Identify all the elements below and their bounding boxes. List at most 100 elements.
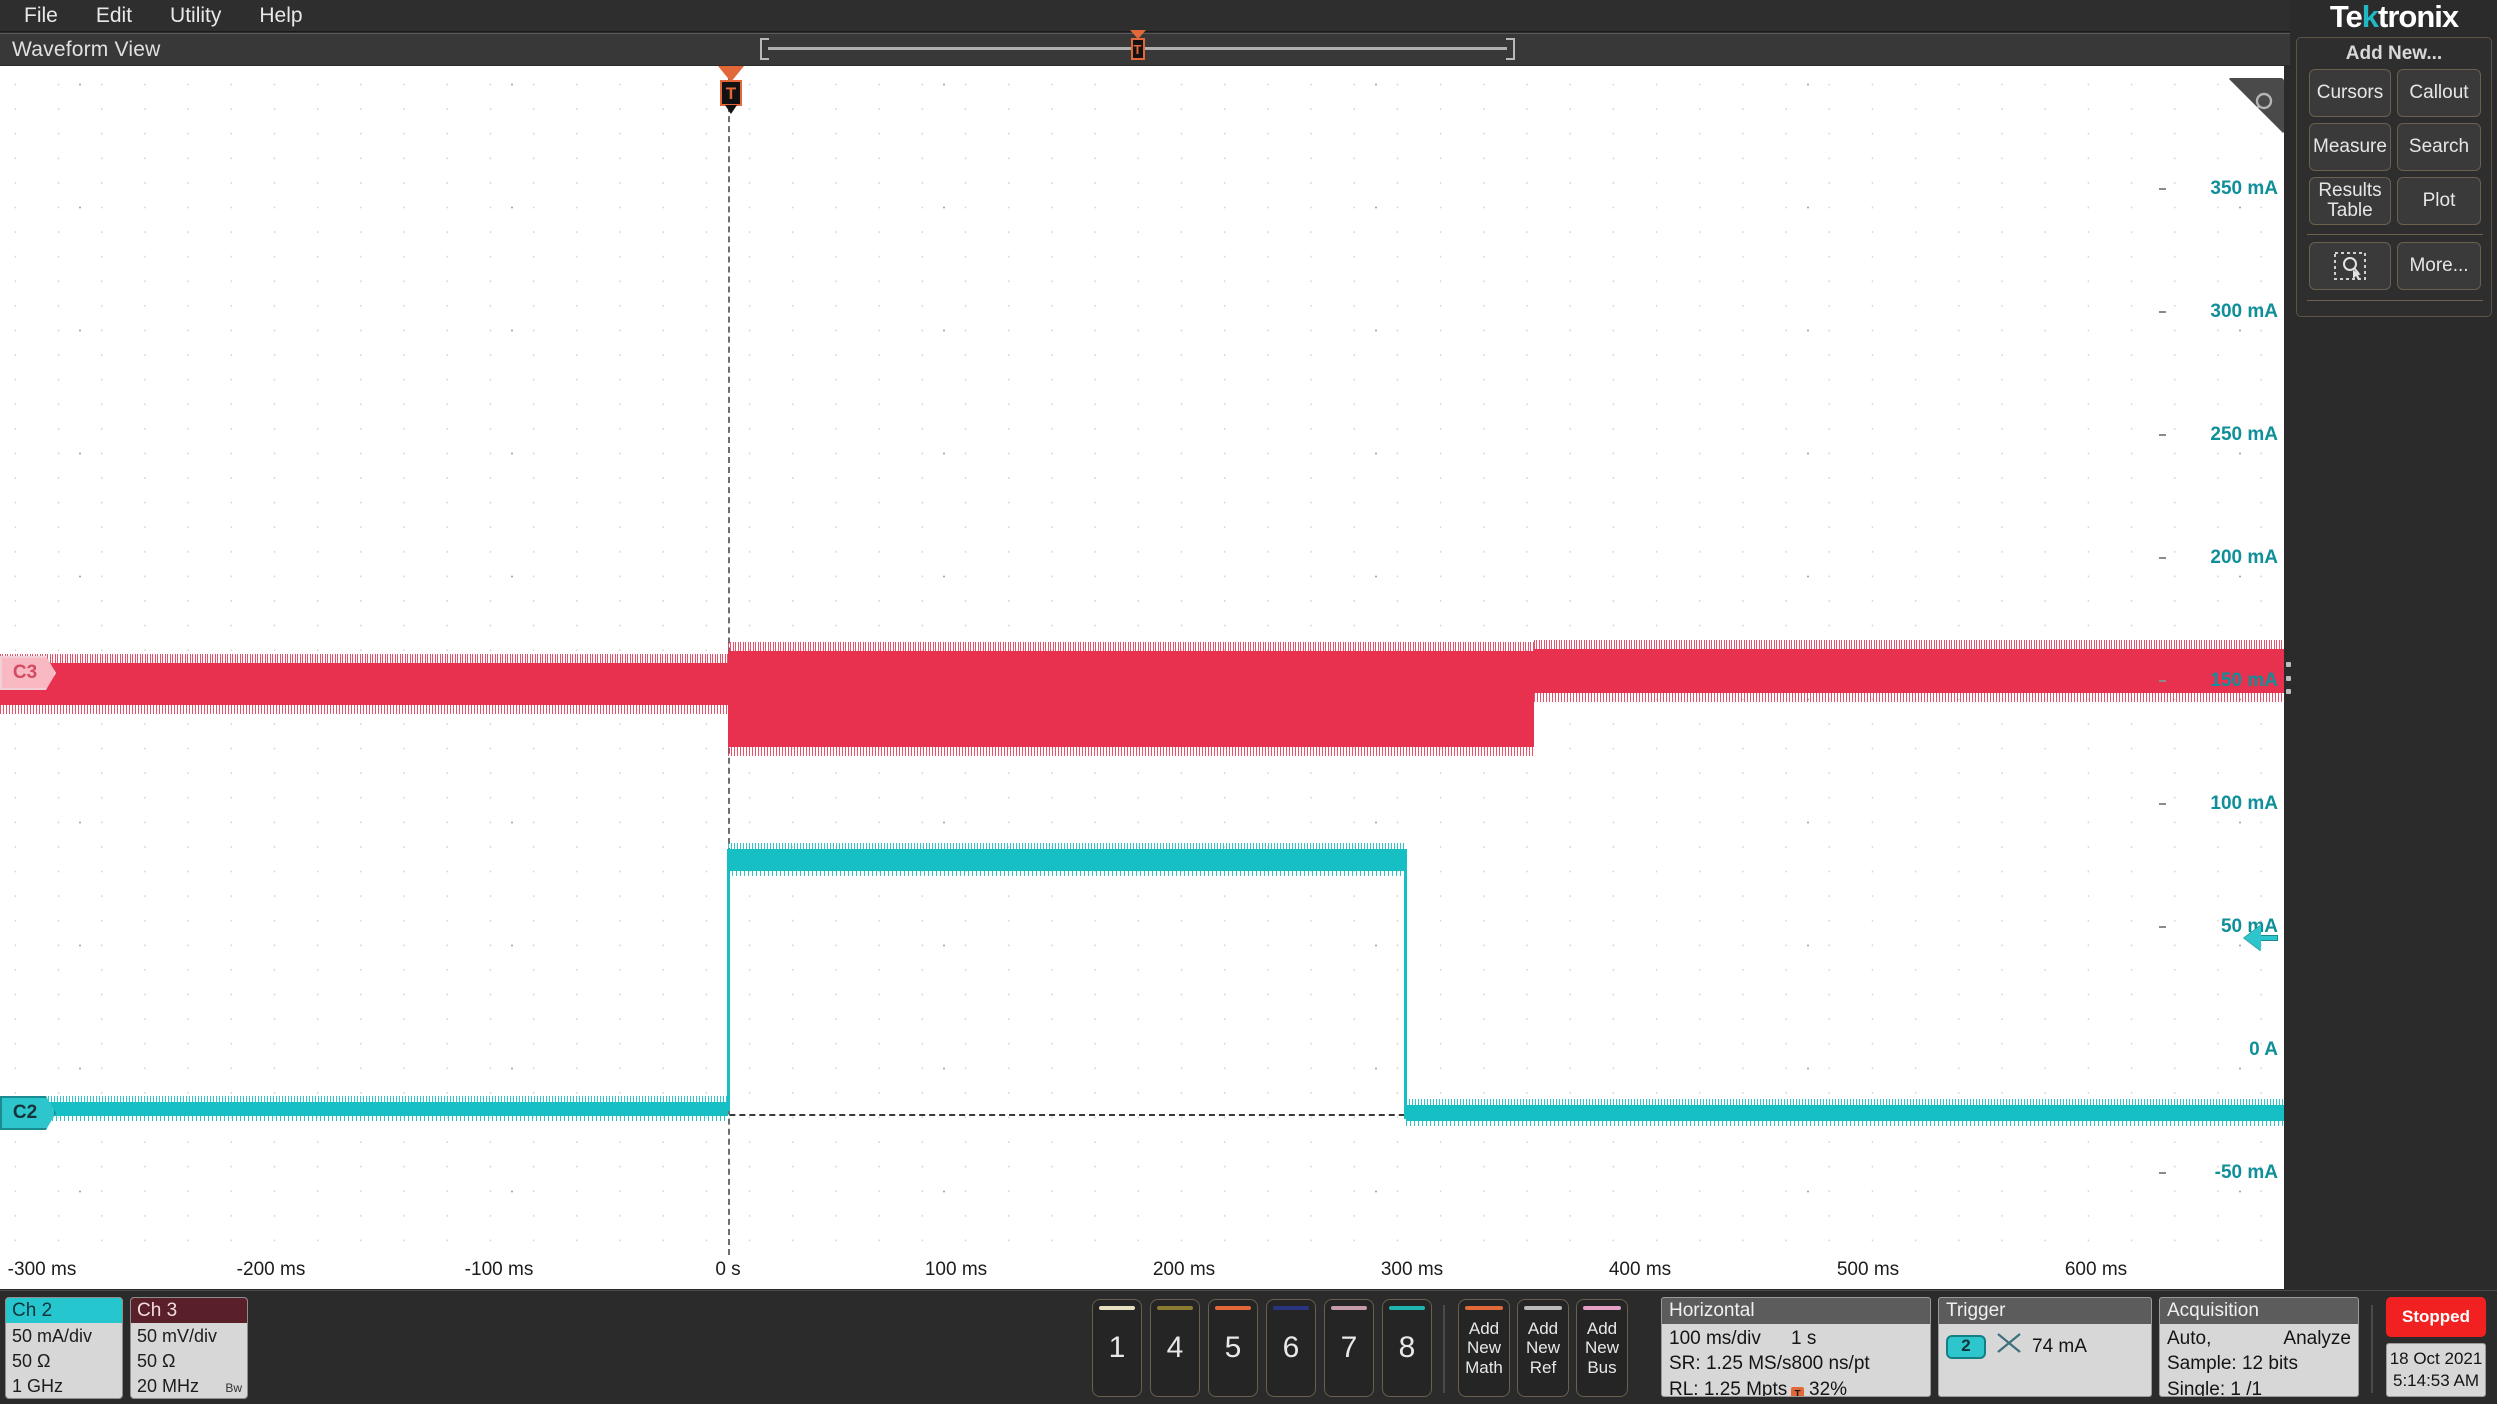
- add-new-bus-button[interactable]: AddNewBus: [1576, 1299, 1628, 1397]
- channel-button-8[interactable]: 8: [1382, 1299, 1432, 1397]
- horizontal-panel[interactable]: Horizontal 100 ms/div 1 s SR: 1.25 MS/s …: [1661, 1297, 1931, 1397]
- channel-5-label: 5: [1225, 1331, 1242, 1365]
- trigger-level-shaft: [2260, 935, 2278, 941]
- position-indicator-icon: T: [1791, 1387, 1804, 1397]
- date-time-display: 18 Oct 2021 5:14:53 AM: [2386, 1343, 2486, 1397]
- x-axis-label: 600 ms: [2065, 1259, 2127, 1281]
- horizontal-overview-bar[interactable]: T: [760, 38, 1515, 60]
- channel-button-5[interactable]: 5: [1208, 1299, 1258, 1397]
- y-axis-tick: [2159, 803, 2166, 805]
- add-plot-button[interactable]: Plot: [2397, 177, 2481, 225]
- toolbar-divider: [1443, 1305, 1445, 1393]
- ch2-bandwidth: 1 GHz: [12, 1374, 122, 1399]
- trigger-panel[interactable]: Trigger 2 74 mA: [1938, 1297, 2152, 1397]
- add-callout-button[interactable]: Callout: [2397, 69, 2481, 117]
- ch3-trace-segment: [728, 651, 1534, 747]
- add-new-ref-button[interactable]: AddNewRef: [1517, 1299, 1569, 1397]
- trigger-panel-title: Trigger: [1939, 1298, 2151, 1324]
- acquisition-panel-rows: Auto, Analyze Sample: 12 bits Single: 1 …: [2160, 1324, 2358, 1397]
- bottom-toolbar: Ch 2 50 mA/div 50 Ω 1 GHz Ch 3 50 mV/div…: [0, 1290, 2497, 1404]
- trigger-panel-rows: 2 74 mA: [1939, 1324, 2151, 1361]
- menu-item-help[interactable]: Help: [249, 1, 312, 31]
- acquisition-single: Single: 1 /1: [2167, 1377, 2262, 1397]
- trigger-position-marker[interactable]: T: [718, 66, 744, 116]
- ch3-bandwidth-limit-icon: Bw: [225, 1380, 242, 1397]
- trigger-marker-nub-icon: [725, 105, 737, 114]
- slope-glyph: [1996, 1332, 2022, 1354]
- y-axis-tick: [2159, 680, 2166, 682]
- channel-7-color-bar: [1331, 1306, 1367, 1310]
- trigger-level-head: [2244, 925, 2261, 951]
- ch3-noise-top: [1534, 640, 2284, 652]
- waveform-plot[interactable]: C3 C2 350 mA 300 mA 250 mA 200 mA 150 mA…: [0, 66, 2284, 1255]
- add-results-table-button[interactable]: Results Table: [2309, 177, 2391, 225]
- acquisition-panel[interactable]: Acquisition Auto, Analyze Sample: 12 bit…: [2159, 1297, 2359, 1397]
- y-axis-label: 300 mA: [2210, 301, 2278, 323]
- add-measure-button[interactable]: Measure: [2309, 123, 2391, 171]
- zoom-select-button[interactable]: [2309, 242, 2391, 290]
- more-button[interactable]: More...: [2397, 242, 2481, 290]
- horizontal-scale: 100 ms/div: [1669, 1326, 1791, 1351]
- add-new-ref-label: AddNewRef: [1526, 1319, 1560, 1376]
- ch2-noise-bottom: [728, 869, 1406, 876]
- y-axis-tick: [2159, 434, 2166, 436]
- channel-button-6[interactable]: 6: [1266, 1299, 1316, 1397]
- ch2-badge-body: 50 mA/div 50 Ω 1 GHz: [6, 1323, 122, 1398]
- ch3-noise-bottom: [0, 702, 728, 714]
- x-axis-label: 400 ms: [1609, 1259, 1671, 1281]
- channel-button-4[interactable]: 4: [1150, 1299, 1200, 1397]
- add-search-button[interactable]: Search: [2397, 123, 2481, 171]
- ch3-impedance: 50 Ω: [137, 1349, 247, 1374]
- channel-button-1[interactable]: 1: [1092, 1299, 1142, 1397]
- channel-4-color-bar: [1157, 1306, 1193, 1310]
- ch2-trace-segment: [0, 1102, 728, 1116]
- y-axis-label: 200 mA: [2210, 547, 2278, 569]
- channel-1-label: 1: [1109, 1331, 1126, 1365]
- ch2-settings-badge[interactable]: Ch 2 50 mA/div 50 Ω 1 GHz: [5, 1297, 123, 1399]
- y-axis-tick: [2159, 926, 2166, 928]
- y-axis-tick: [2159, 188, 2166, 190]
- acquisition-row: Auto, Analyze: [2167, 1326, 2351, 1351]
- x-axis-label: -200 ms: [237, 1259, 306, 1281]
- date-label: 18 Oct 2021: [2387, 1348, 2485, 1370]
- y-axis-label: 150 mA: [2210, 670, 2278, 692]
- ch3-waveform-handle[interactable]: C3: [0, 656, 56, 690]
- overview-trigger-label: T: [1131, 38, 1145, 60]
- channel-5-color-bar: [1215, 1306, 1251, 1310]
- horizontal-row: 100 ms/div 1 s: [1669, 1326, 1923, 1351]
- channel-button-7[interactable]: 7: [1324, 1299, 1374, 1397]
- ch2-noise-bottom: [0, 1114, 728, 1121]
- add-cursors-button[interactable]: Cursors: [2309, 69, 2391, 117]
- logo-k: k: [2362, 0, 2378, 34]
- add-new-math-button[interactable]: AddNewMath: [1458, 1299, 1510, 1397]
- overview-trigger-marker[interactable]: T: [1129, 36, 1147, 63]
- add-new-math-label: AddNewMath: [1465, 1319, 1503, 1376]
- ch2-waveform-handle[interactable]: C2: [0, 1096, 56, 1130]
- menu-item-file[interactable]: File: [14, 1, 68, 31]
- x-slope-icon: [1996, 1332, 2022, 1361]
- page-title: Waveform View: [12, 38, 160, 62]
- ch3-scale: 50 mV/div: [137, 1324, 247, 1349]
- trigger-level-arrow-icon[interactable]: [2244, 925, 2278, 951]
- ch2-noise-bottom: [1406, 1119, 2284, 1126]
- bus-color-bar: [1583, 1306, 1621, 1310]
- ch3-noise-bottom: [1534, 690, 2284, 702]
- x-axis-label: -300 ms: [8, 1259, 77, 1281]
- menu-item-utility[interactable]: Utility: [160, 1, 231, 31]
- ch2-falling-edge: [1404, 849, 1407, 1119]
- channel-8-color-bar: [1389, 1306, 1425, 1310]
- run-state-button[interactable]: Stopped: [2386, 1297, 2486, 1337]
- resolution: 800 ns/pt: [1792, 1351, 1870, 1376]
- ch2-noise-top: [0, 1096, 728, 1104]
- ch3-settings-badge[interactable]: Ch 3 50 mV/div 50 Ω 20 MHz Bw: [130, 1297, 248, 1399]
- overview-bracket-right: [1506, 38, 1515, 60]
- trigger-source-badge[interactable]: 2: [1946, 1335, 1986, 1359]
- ch3-badge-header: Ch 3: [131, 1298, 247, 1323]
- add-new-title: Add New...: [2297, 43, 2491, 65]
- menu-item-edit[interactable]: Edit: [86, 1, 142, 31]
- math-color-bar: [1465, 1306, 1503, 1310]
- x-axis-label: 500 ms: [1837, 1259, 1899, 1281]
- ch3-noise-top: [0, 654, 728, 666]
- horizontal-duration: 1 s: [1791, 1326, 1816, 1351]
- ref-color-bar: [1524, 1306, 1562, 1310]
